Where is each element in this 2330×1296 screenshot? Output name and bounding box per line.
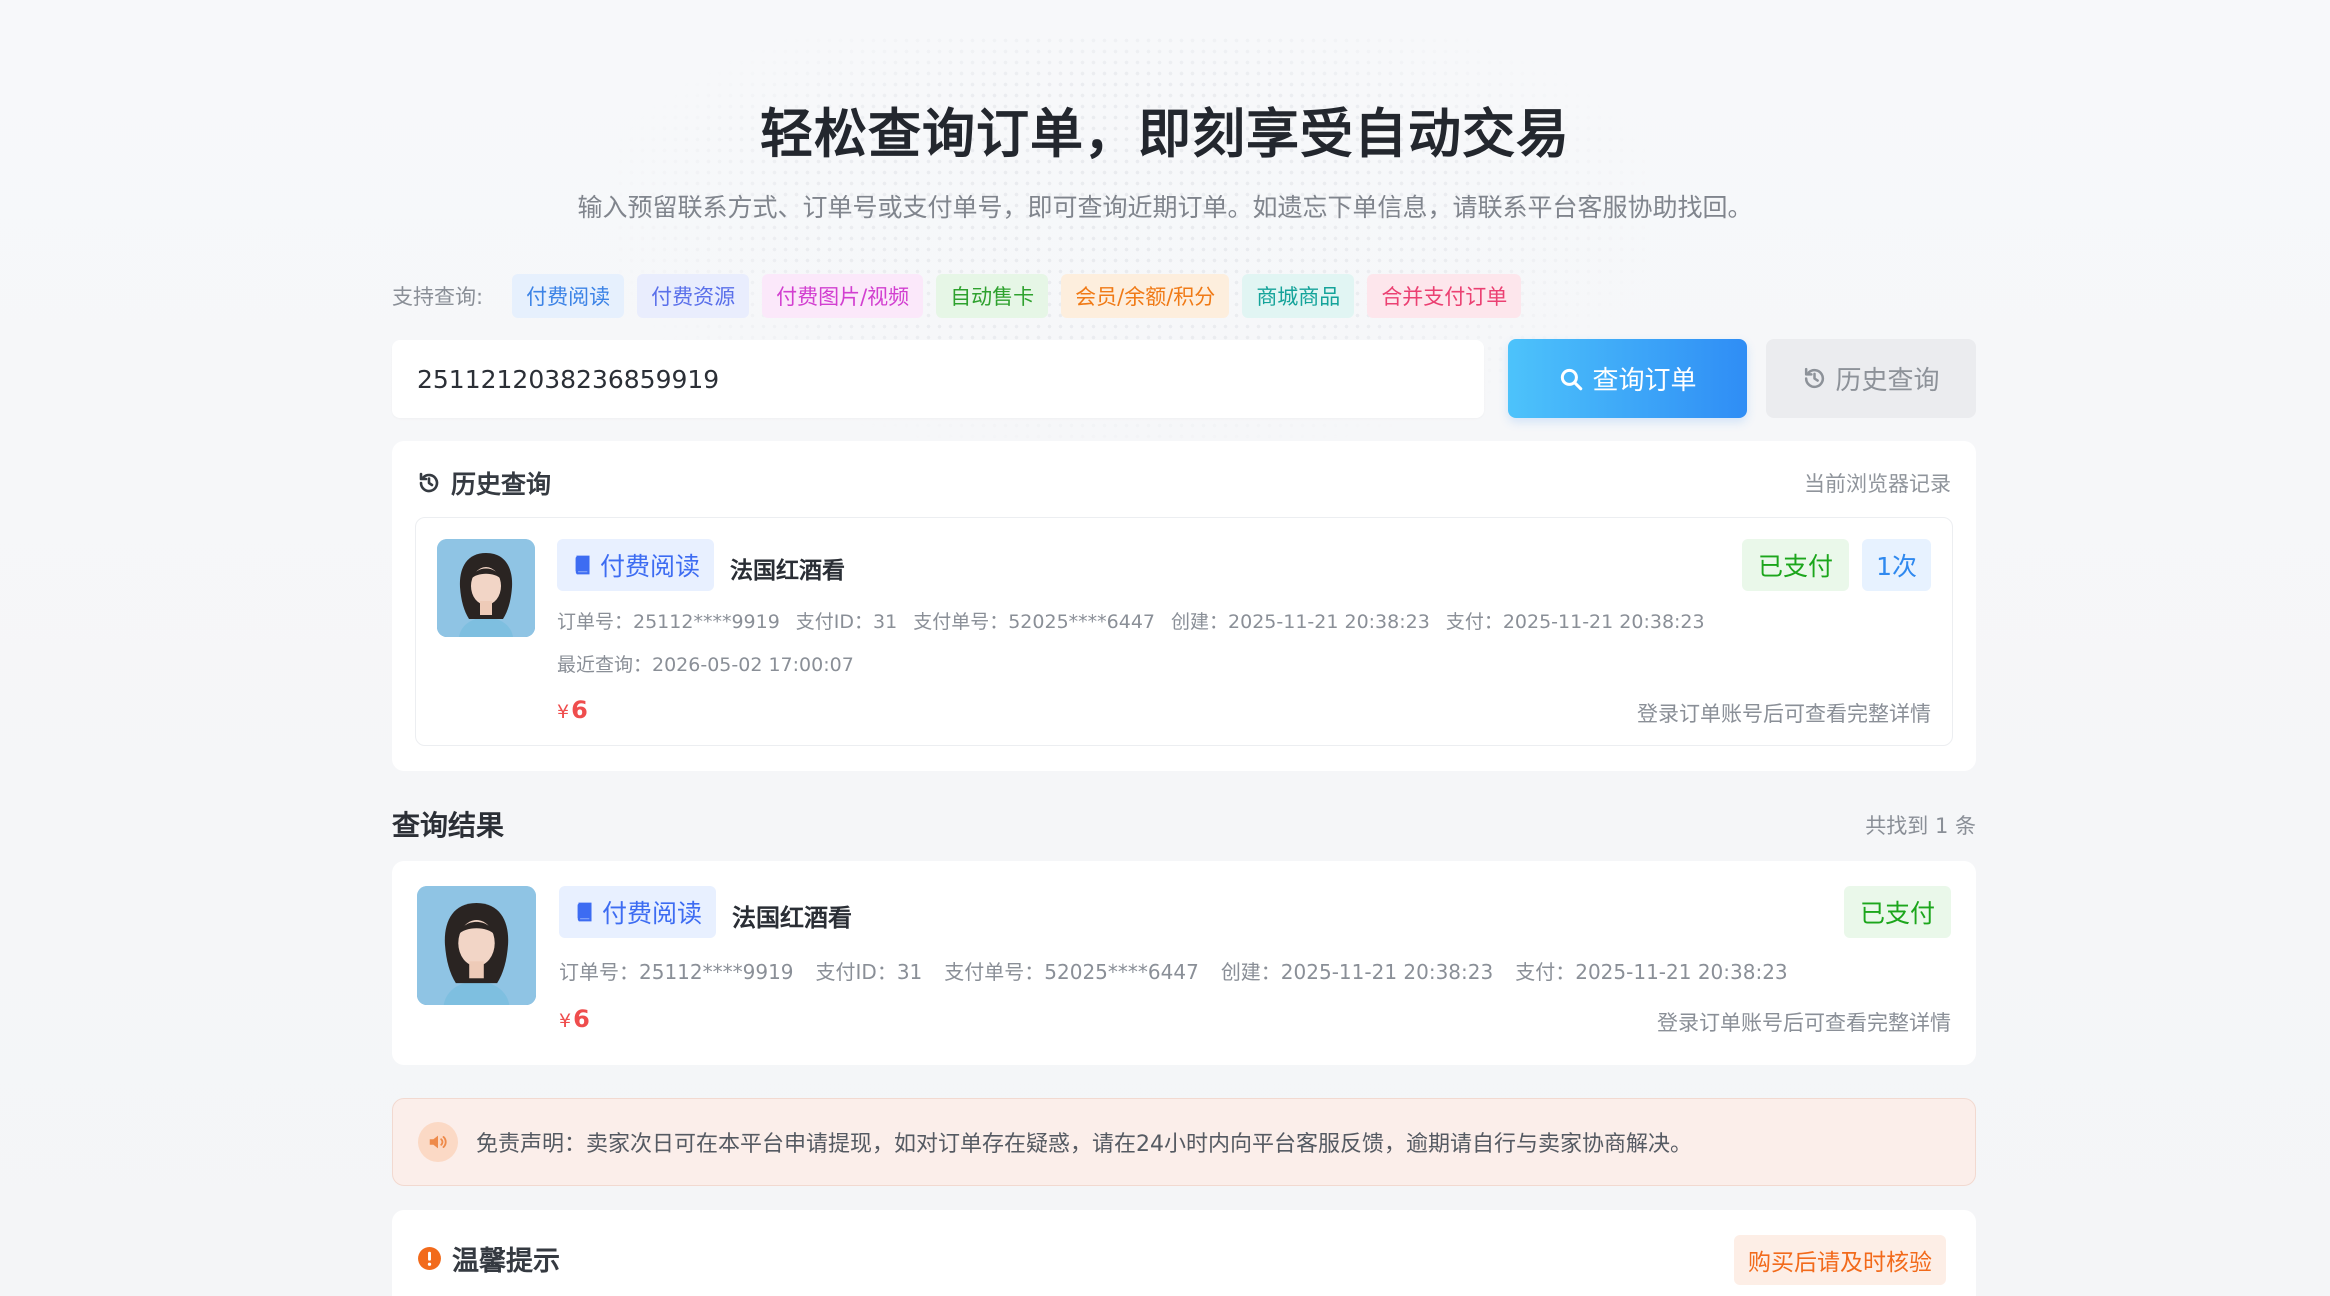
result-detail-hint: 登录订单账号后可查看完整详情: [1657, 1011, 1951, 1035]
support-tag-mall[interactable]: 商城商品: [1242, 274, 1355, 318]
disclaimer-banner: 免责声明：卖家次日可在本平台申请提现，如对订单存在疑惑，请在24小时内向平台客服…: [392, 1098, 1976, 1186]
tips-title-label: 温馨提示: [452, 1245, 560, 1277]
history-payment-id: 支付ID：31: [795, 611, 898, 633]
speaker-icon: [418, 1122, 458, 1162]
result-price-value: 6: [573, 1005, 590, 1033]
history-title-label: 历史查询: [451, 470, 552, 499]
support-tag-auto-card[interactable]: 自动售卡: [936, 274, 1049, 318]
history-query-label: 历史查询: [1835, 366, 1940, 396]
result-payment-id: 支付ID：31: [815, 960, 923, 984]
history-query-count-badge: 1次: [1862, 539, 1931, 591]
result-status-badge: 已支付: [1843, 886, 1951, 938]
history-product-name: 法国红酒看: [730, 558, 845, 584]
history-type-label: 付费阅读: [600, 552, 701, 581]
support-tag-paid-reading[interactable]: 付费阅读: [512, 274, 625, 318]
result-order-card[interactable]: 付费阅读 法国红酒看 已支付 订单号：25112****9919 支付ID：31…: [392, 861, 1976, 1065]
history-last-query: 最近查询：2026-05-02 17:00:07: [557, 654, 854, 676]
history-panel: 历史查询 当前浏览器记录 付费阅读 法国红酒看 已支付 1次 订单号：25112…: [392, 441, 1976, 771]
history-meta-line: 订单号：25112****9919 支付ID：31 支付单号：52025****…: [557, 607, 1705, 634]
query-order-button[interactable]: 查询订单: [1508, 339, 1747, 418]
support-tag-merged-payment[interactable]: 合并支付订单: [1367, 274, 1522, 318]
history-detail-hint: 登录订单账号后可查看完整详情: [1637, 702, 1931, 726]
tips-header: 温馨提示: [417, 1238, 1951, 1278]
history-header: 历史查询 当前浏览器记录: [417, 463, 1951, 503]
tips-title: 温馨提示: [417, 1239, 560, 1278]
product-thumbnail: [417, 886, 536, 1005]
result-paid-time: 支付：2025-11-21 20:38:23: [1515, 960, 1788, 984]
history-title: 历史查询: [417, 465, 551, 501]
query-order-label: 查询订单: [1592, 366, 1697, 396]
result-payment-number: 支付单号：52025****6447: [944, 960, 1199, 984]
result-created-time: 创建：2025-11-21 20:38:23: [1220, 960, 1494, 984]
result-type-label: 付费阅读: [602, 899, 703, 928]
history-note: 当前浏览器记录: [1804, 472, 1951, 496]
disclaimer-text: 免责声明：卖家次日可在本平台申请提现，如对订单存在疑惑，请在24小时内向平台客服…: [476, 1132, 1692, 1157]
hero-subtitle: 输入预留联系方式、订单号或支付单号，即可查询近期订单。如遗忘下单信息，请联系平台…: [577, 193, 1753, 222]
history-price: ¥6: [557, 696, 588, 724]
history-last-query-line: 最近查询：2026-05-02 17:00:07: [557, 650, 854, 677]
history-order-card[interactable]: 付费阅读 法国红酒看 已支付 1次 订单号：25112****9919 支付ID…: [415, 517, 1953, 746]
results-count: 共找到 1 条: [1865, 814, 1976, 838]
book-icon: [577, 902, 592, 922]
result-order-number: 订单号：25112****9919: [559, 960, 794, 984]
history-created-time: 创建：2025-11-21 20:38:23: [1171, 611, 1430, 633]
history-currency: ¥: [557, 701, 570, 723]
hero-title: 轻松查询订单，即刻享受自动交易: [760, 104, 1570, 165]
tips-badge: 购买后请及时核验: [1734, 1235, 1946, 1285]
result-price: ¥6: [559, 1005, 590, 1033]
results-title: 查询结果: [392, 809, 505, 842]
history-payment-number: 支付单号：52025****6447: [913, 611, 1156, 633]
order-search-input[interactable]: [392, 340, 1484, 418]
order-query-page: 轻松查询订单，即刻享受自动交易 输入预留联系方式、订单号或支付单号，即可查询近期…: [0, 0, 2330, 1296]
search-icon: [1561, 368, 1583, 390]
history-query-button[interactable]: 历史查询: [1766, 339, 1976, 418]
result-currency: ¥: [559, 1010, 572, 1032]
history-icon: [1805, 367, 1825, 389]
history-type-tag: 付费阅读: [557, 539, 715, 591]
history-order-number: 订单号：25112****9919: [557, 611, 780, 633]
product-thumbnail: [437, 539, 535, 637]
result-meta-line: 订单号：25112****9919 支付ID：31 支付单号：52025****…: [559, 956, 1788, 985]
tips-panel: 温馨提示 购买后请及时核验: [392, 1210, 1976, 1296]
support-tag-membership[interactable]: 会员/余额/积分: [1061, 274, 1230, 318]
result-type-tag: 付费阅读: [559, 886, 717, 938]
support-tags: 支持查询: 付费阅读 付费资源 付费图片/视频 自动售卡 会员/余额/积分 商城…: [392, 274, 1522, 318]
book-icon: [575, 555, 590, 575]
result-product-name: 法国红酒看: [732, 904, 852, 932]
history-price-value: 6: [571, 696, 588, 724]
support-tag-paid-media[interactable]: 付费图片/视频: [762, 274, 924, 318]
history-paid-time: 支付：2025-11-21 20:38:23: [1445, 611, 1705, 633]
support-tag-paid-resource[interactable]: 付费资源: [637, 274, 750, 318]
support-label: 支持查询:: [392, 285, 484, 309]
history-status-badge: 已支付: [1741, 539, 1849, 591]
history-icon: [419, 472, 439, 493]
alert-circle-icon: [418, 1246, 441, 1270]
